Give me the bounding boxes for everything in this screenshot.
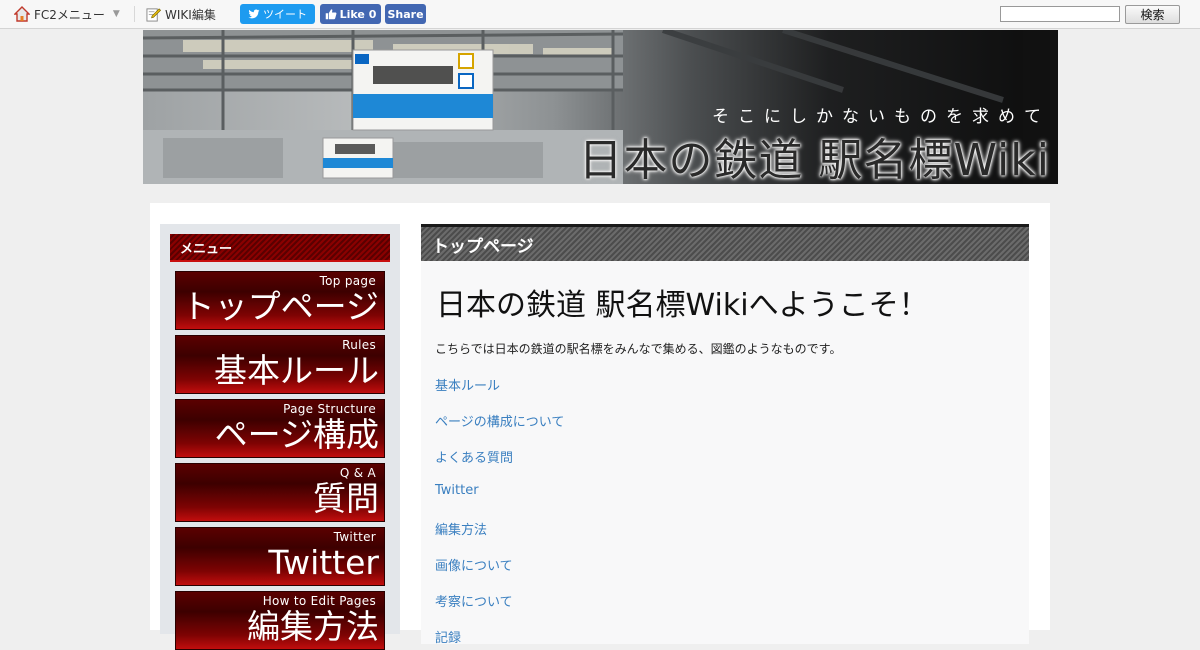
- share-label: Share: [387, 7, 424, 21]
- search-button[interactable]: 検索: [1125, 5, 1180, 24]
- link-faq[interactable]: よくある質問: [435, 447, 513, 466]
- link-about-images[interactable]: 画像について: [435, 555, 513, 574]
- search-input[interactable]: [1000, 6, 1120, 22]
- sidebar-item-top-page[interactable]: Top page トップページ: [175, 271, 385, 330]
- facebook-share-button[interactable]: Share: [385, 4, 426, 24]
- sidebar-heading: メニュー: [170, 234, 390, 262]
- menu-item-en-label: Twitter: [333, 530, 376, 544]
- link-page-structure[interactable]: ページの構成について: [435, 411, 564, 430]
- fc2-menu[interactable]: FC2メニュー ▼: [14, 0, 120, 28]
- station-sign-main: [352, 49, 494, 131]
- station-sign-small: [322, 137, 394, 179]
- sidebar-item-twitter[interactable]: Twitter Twitter: [175, 527, 385, 586]
- sidebar: メニュー Top page トップページ Rules 基本ルール Page St…: [160, 224, 400, 650]
- menu-item-jp-label: ページ構成: [214, 415, 379, 454]
- content-heading: トップページ: [421, 224, 1029, 261]
- menu-item-en-label: Page Structure: [283, 402, 376, 416]
- main-content: トップページ 日本の鉄道 駅名標Wikiへようこそ！ こちらでは日本の鉄道の駅名…: [421, 224, 1029, 646]
- content-heading-label: トップページ: [432, 236, 534, 257]
- fc2-toolbar: FC2メニュー ▼ WIKI編集 ツイート Like 0 Share 検索: [0, 0, 1200, 29]
- header-banner[interactable]: そこにしかないものを求めて 日本の鉄道 駅名標Wiki: [143, 30, 1058, 184]
- site-title: 日本の鉄道 駅名標Wiki: [578, 135, 1050, 184]
- facebook-like-button[interactable]: Like 0: [320, 4, 381, 24]
- link-how-to-edit[interactable]: 編集方法: [435, 519, 487, 538]
- link-twitter[interactable]: Twitter: [435, 483, 479, 498]
- menu-item-en-label: Q & A: [339, 466, 376, 480]
- sidebar-heading-label: メニュー: [180, 241, 233, 257]
- menu-item-jp-label: 編集方法: [247, 607, 379, 646]
- page-title: 日本の鉄道 駅名標Wikiへようこそ！: [436, 288, 929, 323]
- tweet-label: ツイート: [263, 8, 307, 21]
- menu-item-en-label: Top page: [319, 274, 376, 288]
- wiki-edit-label: WIKI編集: [165, 7, 216, 22]
- search-button-label: 検索: [1140, 8, 1165, 22]
- menu-item-jp-label: 質問: [313, 479, 379, 518]
- toolbar-divider: [134, 6, 135, 22]
- thumbs-up-icon: [325, 9, 337, 20]
- link-rules[interactable]: 基本ルール: [435, 375, 500, 394]
- wiki-edit-link[interactable]: WIKI編集: [146, 0, 216, 28]
- like-label: Like 0: [339, 7, 377, 21]
- menu-item-jp-label: トップページ: [181, 287, 379, 326]
- link-about-analysis[interactable]: 考察について: [435, 591, 513, 610]
- sidebar-item-how-to-edit[interactable]: How to Edit Pages 編集方法: [175, 591, 385, 650]
- intro-text: こちらでは日本の鉄道の駅名標をみんなで集める、図鑑のようなものです。: [435, 342, 842, 356]
- menu-item-en-label: How to Edit Pages: [262, 594, 376, 608]
- twitter-bird-icon: [248, 9, 260, 19]
- tweet-button[interactable]: ツイート: [240, 4, 315, 24]
- chevron-down-icon: ▼: [112, 9, 120, 19]
- house-icon: [14, 6, 30, 22]
- fc2-menu-label: FC2メニュー: [34, 7, 105, 22]
- sidebar-item-page-structure[interactable]: Page Structure ページ構成: [175, 399, 385, 458]
- menu-item-jp-label: Twitter: [268, 543, 379, 582]
- pencil-icon: [146, 7, 161, 22]
- sidebar-item-rules[interactable]: Rules 基本ルール: [175, 335, 385, 394]
- menu-item-jp-label: 基本ルール: [214, 351, 379, 390]
- menu-item-en-label: Rules: [342, 338, 376, 352]
- main-wrapper: メニュー Top page トップページ Rules 基本ルール Page St…: [150, 203, 1050, 650]
- sidebar-item-qa[interactable]: Q & A 質問: [175, 463, 385, 522]
